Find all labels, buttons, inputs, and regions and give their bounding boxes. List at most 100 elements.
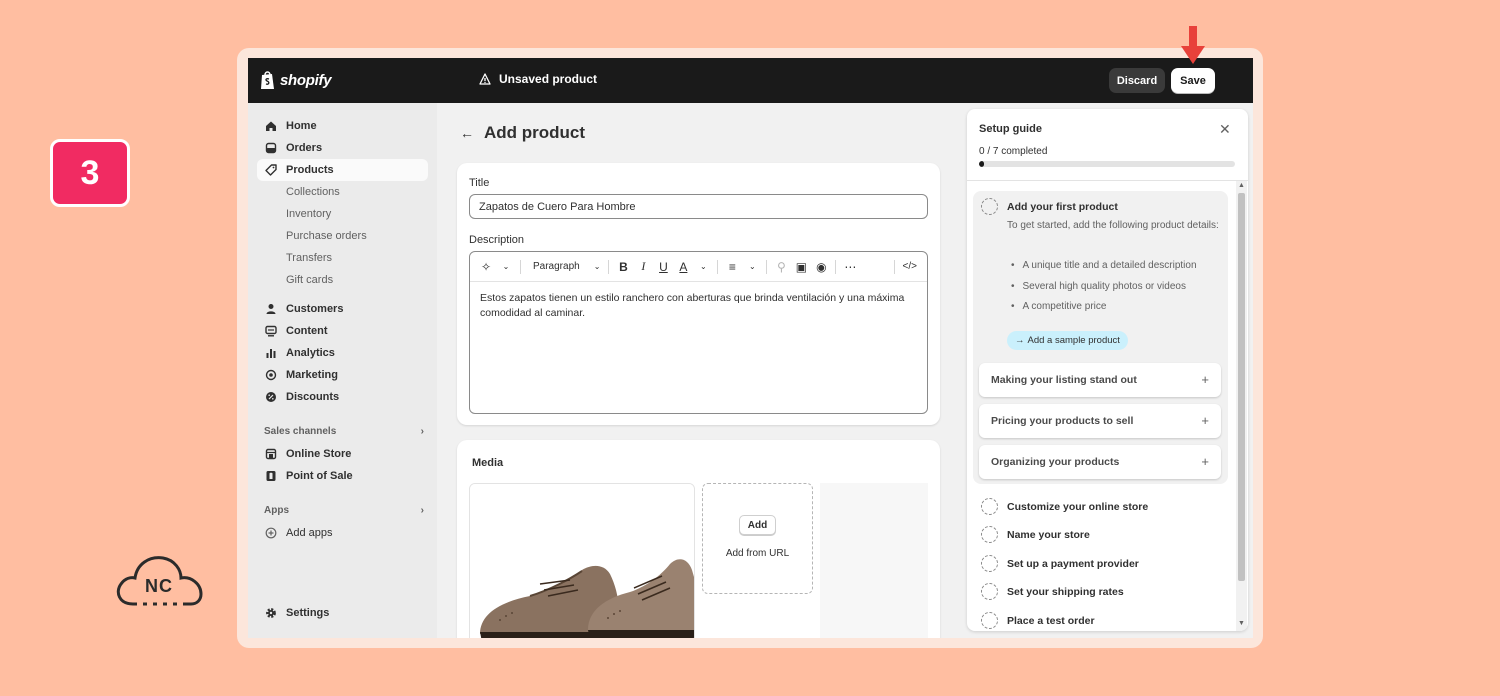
sidebar-item-label: Analytics — [286, 347, 335, 359]
scrollbar-thumb[interactable] — [1238, 193, 1245, 581]
close-icon[interactable]: ✕ — [1219, 121, 1231, 138]
task-test-order[interactable]: Place a test order — [1007, 615, 1095, 627]
magic-sparkle-icon[interactable]: ✧ — [480, 260, 492, 274]
task-name-your-store[interactable]: Name your store — [1007, 529, 1090, 541]
page-header: ← Add product — [460, 123, 585, 143]
sidebar-item-customers[interactable]: Customers — [257, 298, 428, 320]
chevron-down-icon[interactable]: ⌄ — [500, 260, 512, 274]
sidebar-item-marketing[interactable]: Marketing — [257, 364, 428, 386]
description-text[interactable]: Estos zapatos tienen un estilo ranchero … — [470, 282, 927, 330]
sidebar-item-content[interactable]: Content — [257, 320, 428, 342]
add-sample-product-button[interactable]: → Add a sample product — [1007, 331, 1128, 350]
text-color-icon[interactable]: A — [677, 260, 689, 274]
align-left-icon[interactable]: ≡ — [726, 260, 738, 274]
setup-guide-scrollbar[interactable]: ▲ ▼ — [1236, 181, 1247, 631]
paragraph-format-select[interactable]: Paragraph ⌄ — [533, 261, 600, 272]
sidebar-item-home[interactable]: Home — [257, 115, 428, 137]
title-input[interactable]: Zapatos de Cuero Para Hombre — [469, 194, 928, 219]
sidebar-item-products[interactable]: Products — [257, 159, 428, 181]
product-image-shoes[interactable] — [469, 483, 695, 638]
editor-toolbar: ✧ ⌄ Paragraph ⌄ B I U A ⌄ ≡ ⌄ ⚲ ▣ ◉ ⋯ </… — [470, 252, 927, 282]
sidebar-subitem-gift-cards[interactable]: Gift cards — [286, 274, 333, 286]
plus-circle-icon — [265, 527, 277, 539]
save-button[interactable]: Save — [1171, 68, 1215, 93]
task-payment-provider[interactable]: Set up a payment provider — [1007, 558, 1139, 570]
back-arrow-icon[interactable]: ← — [460, 125, 474, 141]
sidebar-item-label: Orders — [286, 142, 323, 154]
task-status-circle-icon[interactable] — [981, 498, 998, 515]
toolbar-divider — [520, 259, 521, 274]
bold-icon[interactable]: B — [617, 260, 629, 274]
task-status-circle-icon[interactable] — [981, 526, 998, 543]
arrow-right-icon: → — [1015, 335, 1025, 346]
add-sample-product-label: Add a sample product — [1027, 335, 1120, 346]
page-title: Add product — [484, 123, 586, 142]
chevron-down-icon[interactable]: ⌄ — [746, 260, 758, 274]
sidebar-item-label: Customers — [286, 303, 344, 315]
sidebar-item-analytics[interactable]: Analytics — [257, 342, 428, 364]
sidebar-item-online-store[interactable]: Online Store — [257, 443, 428, 465]
sidebar-nav: Home Orders Products Collections Invento… — [248, 103, 437, 638]
sidebar-subitem-collections[interactable]: Collections — [286, 186, 340, 198]
sidebar-item-label: Marketing — [286, 369, 338, 381]
sidebar-item-add-apps[interactable]: Add apps — [257, 522, 428, 544]
sidebar-item-point-of-sale[interactable]: Point of Sale — [257, 465, 428, 487]
task-bullet: A unique title and a detailed descriptio… — [1011, 260, 1197, 271]
accordion-organizing-products[interactable]: Organizing your products + — [979, 445, 1221, 479]
italic-icon[interactable]: I — [637, 259, 649, 274]
accordion-making-listing-stand-out[interactable]: Making your listing stand out + — [979, 363, 1221, 397]
sales-channels-section[interactable]: Sales channels › — [264, 426, 424, 437]
sidebar-subitem-inventory[interactable]: Inventory — [286, 208, 331, 220]
media-dropzone[interactable]: Add Add from URL — [702, 483, 813, 594]
sidebar-subitem-purchase-orders[interactable]: Purchase orders — [286, 230, 367, 242]
task-customize-online-store[interactable]: Customize your online store — [1007, 501, 1148, 513]
more-horizontal-icon[interactable]: ⋯ — [844, 260, 856, 274]
add-media-button[interactable]: Add — [739, 515, 776, 535]
setup-progress-text: 0 / 7 completed — [979, 146, 1048, 157]
shopify-logo-text: shopify — [280, 71, 332, 89]
chevron-right-icon: › — [420, 505, 424, 516]
add-from-url-link[interactable]: Add from URL — [703, 548, 812, 559]
top-bar: shopify Unsaved product Discard Save — [248, 58, 1253, 103]
first-product-task: Add your first product To get started, a… — [973, 191, 1228, 484]
task-status-circle-icon[interactable] — [981, 555, 998, 572]
image-icon[interactable]: ▣ — [795, 260, 807, 274]
unsaved-status-text: Unsaved product — [499, 72, 598, 86]
task-shipping-rates[interactable]: Set your shipping rates — [1007, 586, 1124, 598]
apps-section[interactable]: Apps › — [264, 505, 424, 516]
plus-icon: + — [1201, 454, 1209, 469]
video-icon[interactable]: ◉ — [815, 260, 827, 274]
sales-channels-label: Sales channels — [264, 426, 337, 437]
bar-chart-icon — [265, 347, 277, 359]
link-icon[interactable]: ⚲ — [775, 260, 787, 274]
home-icon — [265, 120, 277, 132]
accordion-label: Pricing your products to sell — [991, 415, 1134, 427]
code-view-icon[interactable]: </> — [903, 260, 917, 274]
task-title[interactable]: Add your first product — [1007, 201, 1118, 213]
shopify-logo[interactable]: shopify — [260, 70, 332, 90]
discard-button[interactable]: Discard — [1109, 68, 1165, 93]
task-status-circle-icon[interactable] — [981, 612, 998, 629]
sidebar-item-label: Products — [286, 164, 334, 176]
task-bullet: Several high quality photos or videos — [1011, 281, 1186, 292]
accordion-pricing-products[interactable]: Pricing your products to sell + — [979, 404, 1221, 438]
chevron-down-icon[interactable]: ⌄ — [697, 260, 709, 274]
toolbar-divider — [835, 259, 837, 274]
sidebar-item-settings[interactable]: Settings — [257, 602, 428, 624]
sidebar-item-orders[interactable]: Orders — [257, 137, 428, 159]
media-card: Media Add Add from URL — [457, 440, 940, 638]
task-status-circle-icon[interactable] — [981, 198, 998, 215]
pos-icon — [265, 470, 277, 482]
sidebar-subitem-transfers[interactable]: Transfers — [286, 252, 332, 264]
setup-progress-fill — [979, 161, 985, 167]
scroll-down-icon[interactable]: ▼ — [1238, 620, 1245, 627]
chevron-down-icon: ⌄ — [593, 262, 601, 271]
plus-icon: + — [1201, 372, 1209, 387]
scroll-up-icon[interactable]: ▲ — [1238, 182, 1245, 189]
media-label: Media — [472, 457, 504, 469]
warning-icon — [479, 73, 491, 85]
task-status-circle-icon[interactable] — [981, 583, 998, 600]
underline-icon[interactable]: U — [657, 260, 669, 274]
sidebar-item-discounts[interactable]: Discounts — [257, 386, 428, 408]
toolbar-divider — [893, 259, 895, 274]
